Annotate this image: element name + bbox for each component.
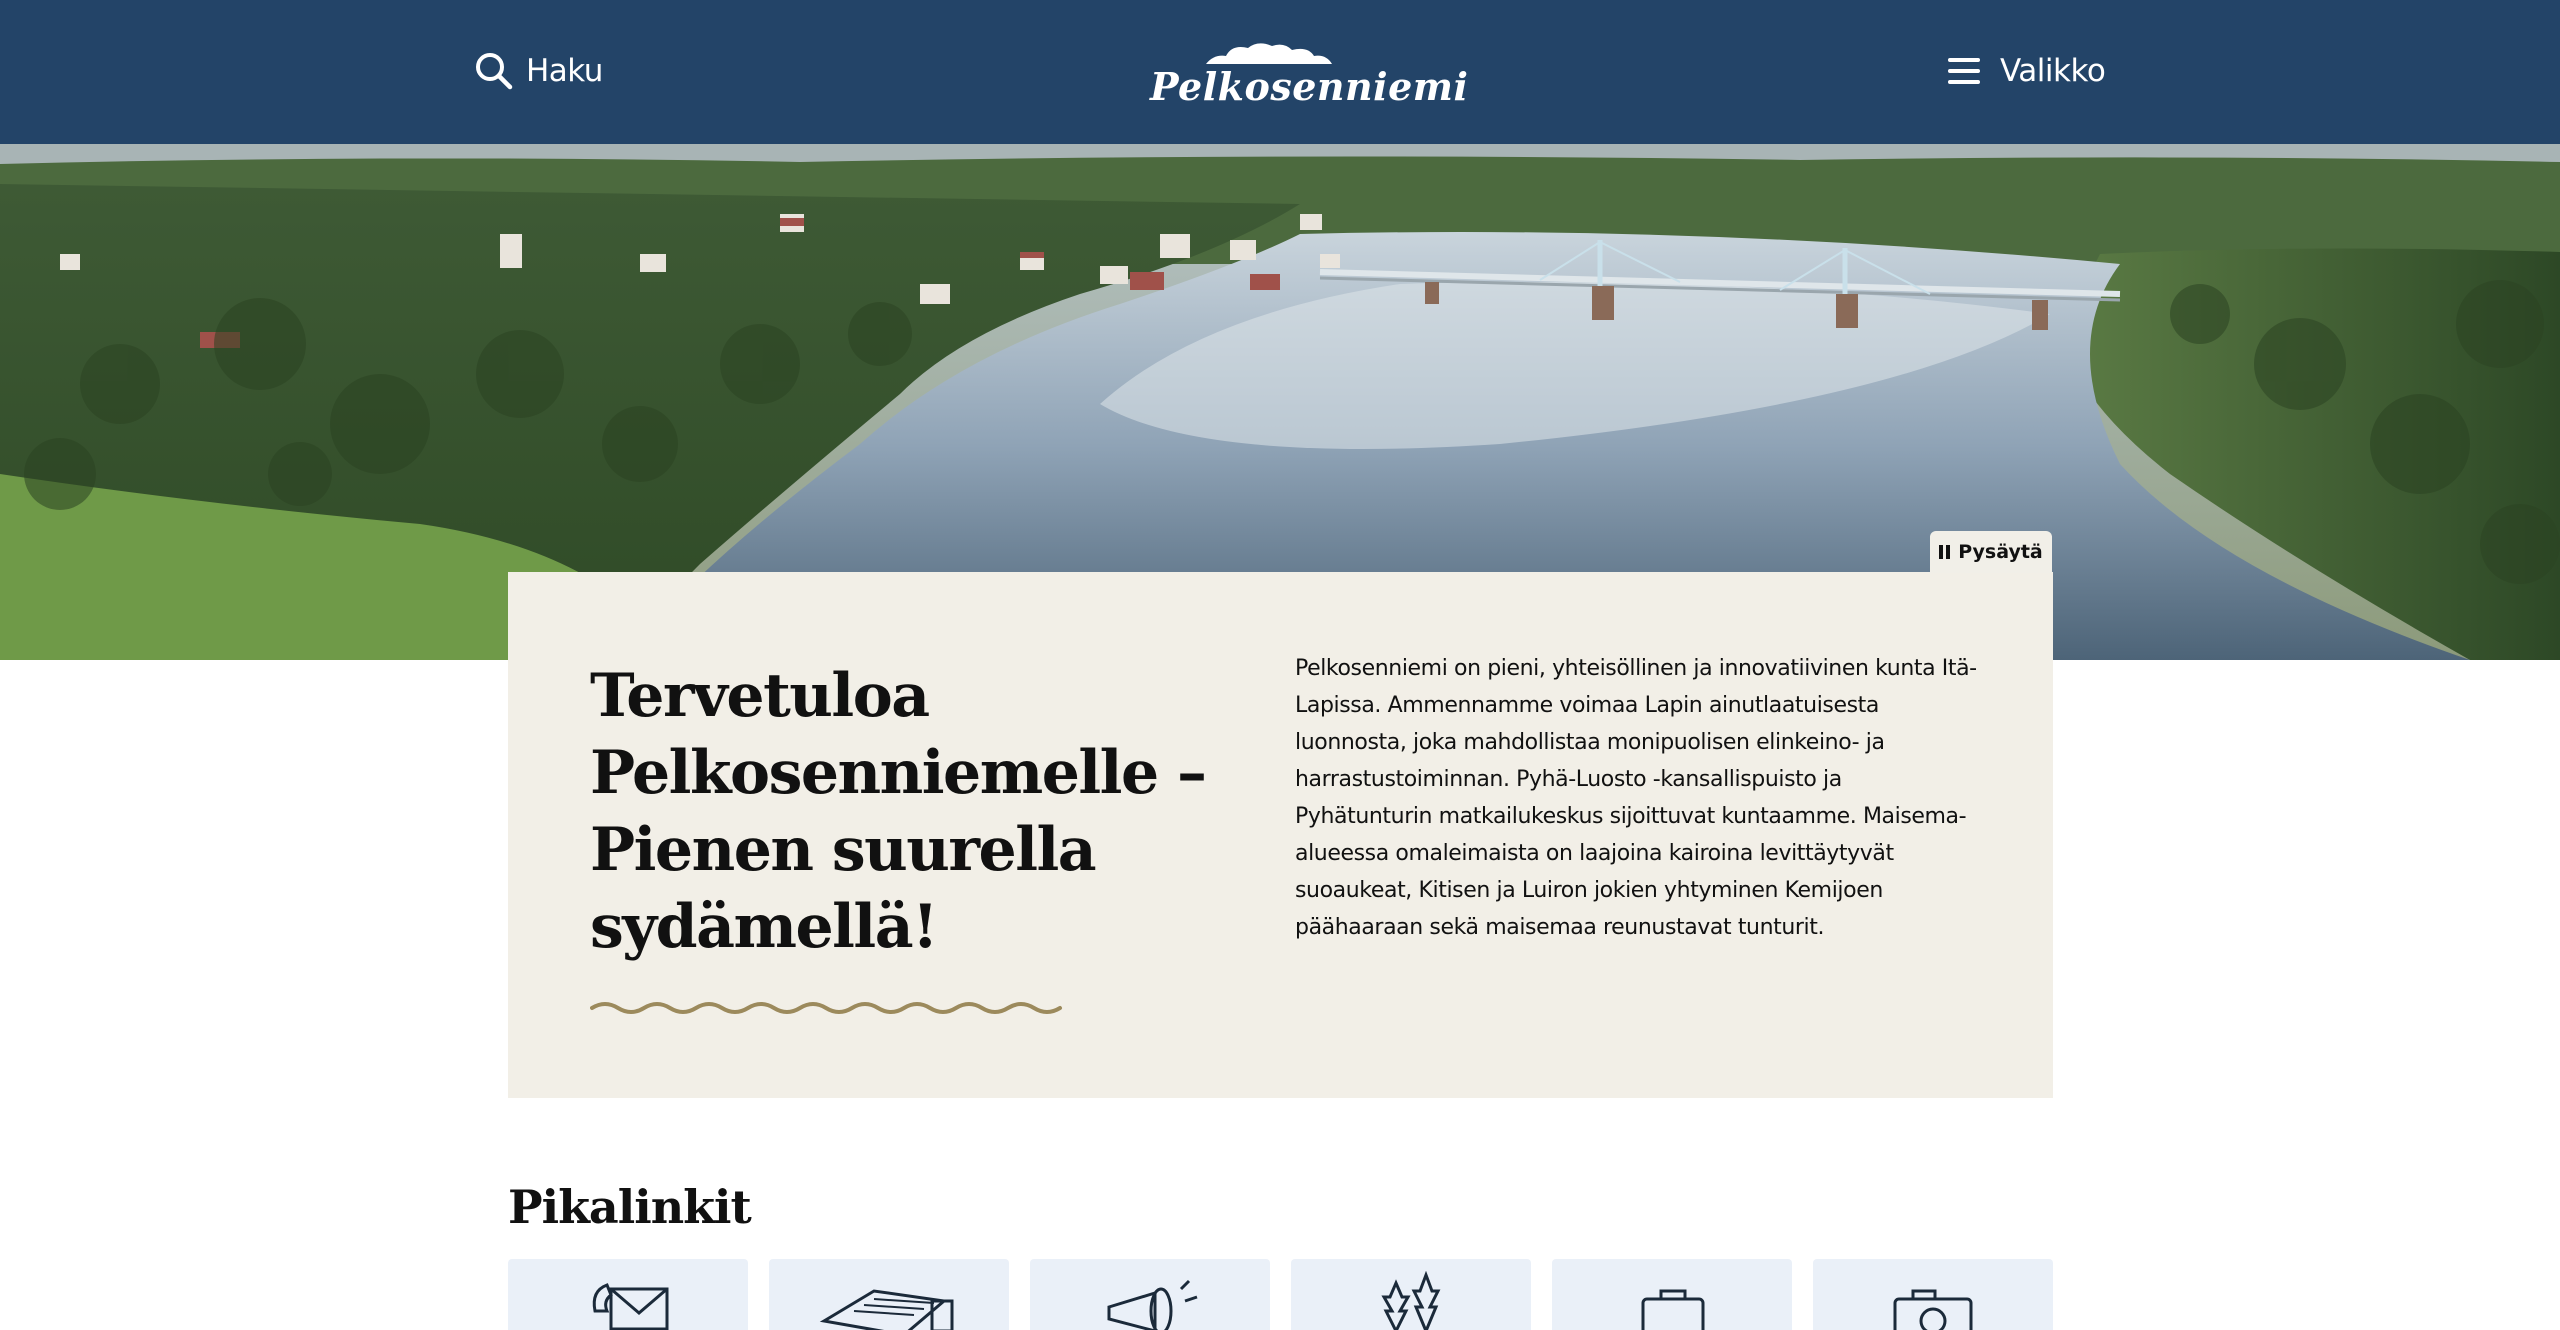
search-icon (476, 53, 513, 90)
logo-text: Pelkosenniemi (1150, 64, 1469, 109)
hamburger-icon (1948, 58, 1980, 84)
newspaper-icon (819, 1289, 954, 1330)
site-header: Haku Pelkosenniemi Valikko (0, 0, 2560, 144)
intro-title: Tervetuloa Pelkosenniemelle – Pienen suu… (590, 661, 1207, 962)
search-label: Haku (526, 53, 603, 89)
site-logo[interactable]: Pelkosenniemi (1150, 36, 1469, 116)
quick-links-title: Pikalinkit (508, 1180, 752, 1234)
camera-icon (1893, 1289, 1973, 1330)
megaphone-icon (1107, 1279, 1198, 1330)
pause-video-button[interactable]: Pysäytä (1930, 531, 2052, 573)
quick-link-nature[interactable] (1291, 1259, 1531, 1330)
intro-text: Pelkosenniemi on pieni, yhteisöllinen ja… (1295, 656, 1977, 940)
quick-link-announcements[interactable] (1030, 1259, 1270, 1330)
quick-link-gallery[interactable] (1813, 1259, 2053, 1330)
quick-link-contact[interactable] (508, 1259, 748, 1330)
menu-label: Valikko (2000, 53, 2106, 89)
intro-card: Tervetuloa Pelkosenniemelle – Pienen suu… (508, 572, 2053, 1098)
wave-divider (590, 1002, 1062, 1014)
search-button[interactable]: Haku (474, 48, 603, 94)
quick-link-business[interactable] (1552, 1259, 1792, 1330)
pine-trees-icon (1381, 1271, 1441, 1330)
pause-label: Pysäytä (1958, 541, 2043, 563)
envelope-phone-icon (592, 1283, 669, 1330)
quick-link-news[interactable] (769, 1259, 1009, 1330)
cloud-icon (1206, 43, 1332, 64)
menu-button[interactable]: Valikko (1946, 48, 2106, 94)
quick-links-grid (508, 1259, 2053, 1330)
briefcase-icon (1641, 1289, 1705, 1330)
pause-icon (1939, 545, 1951, 559)
